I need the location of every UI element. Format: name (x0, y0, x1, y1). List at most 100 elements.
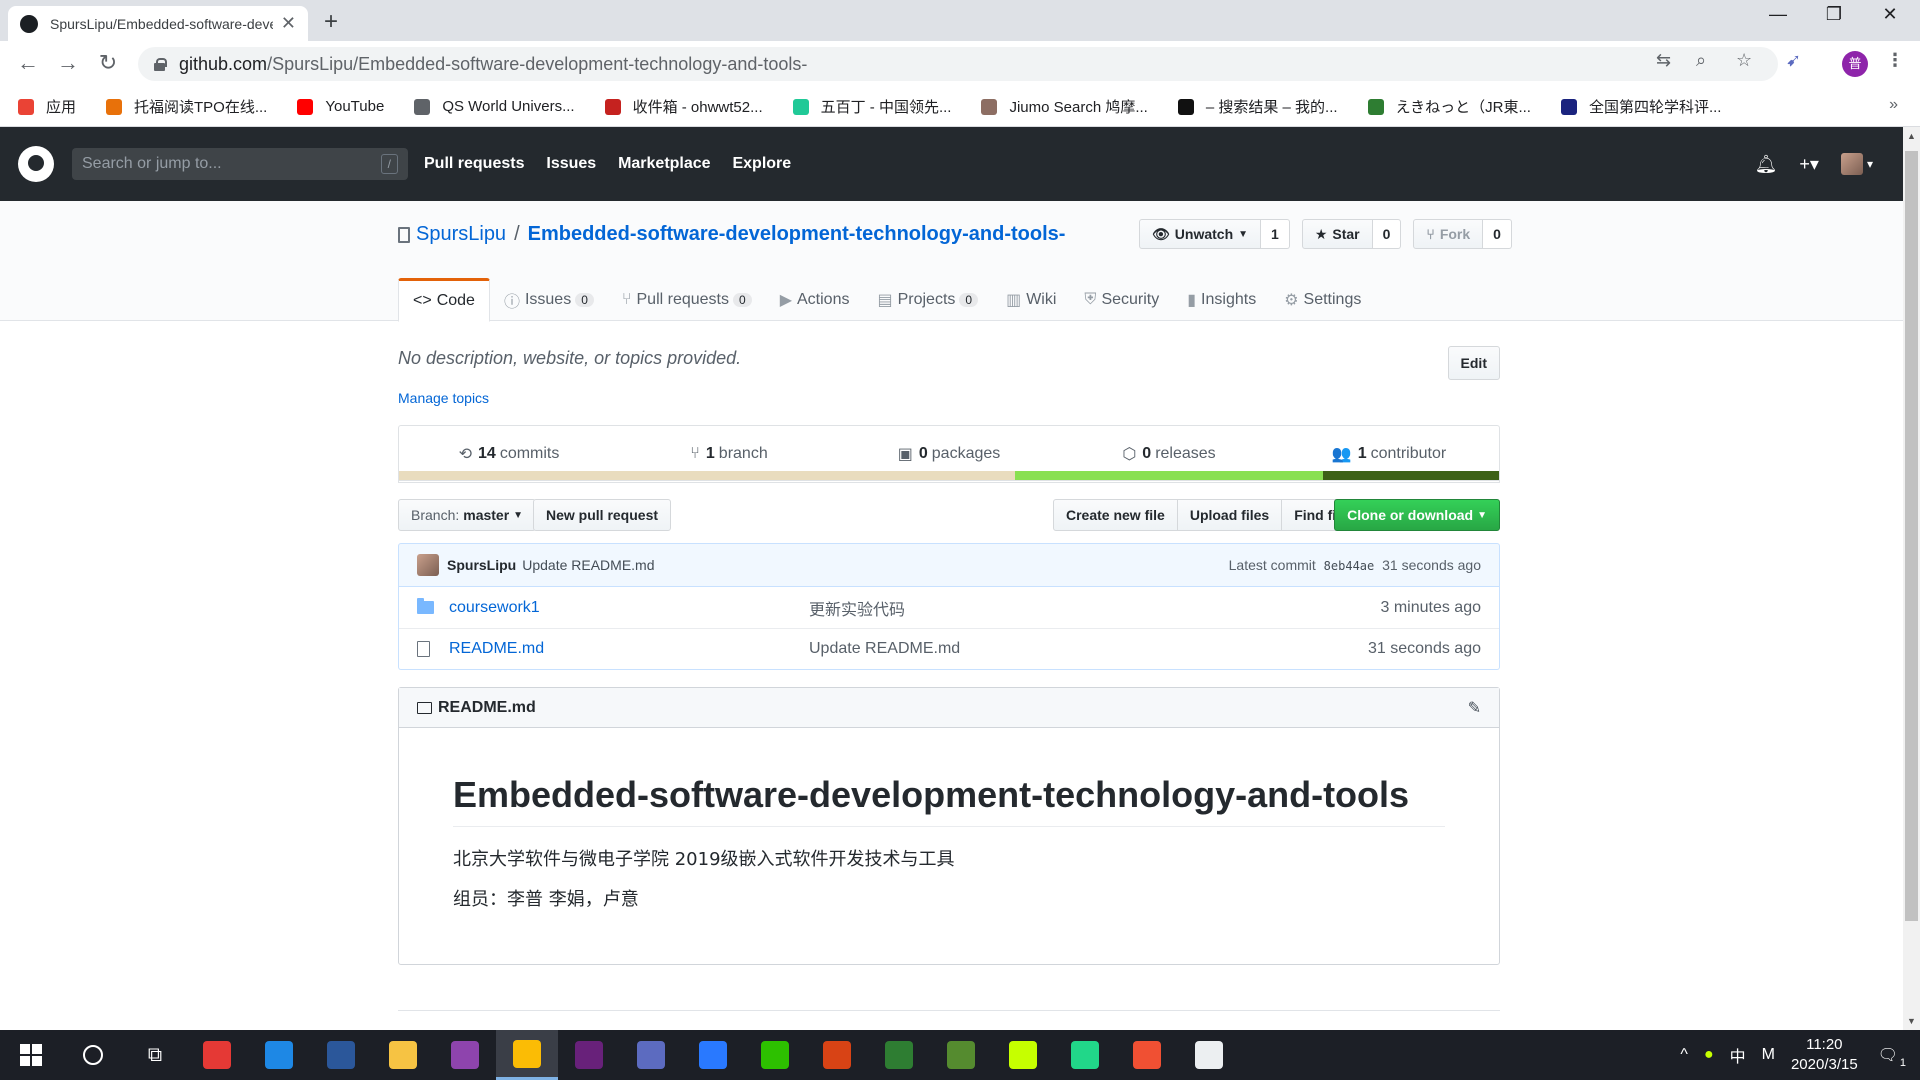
nav-explore[interactable]: Explore (732, 155, 791, 172)
bookmark-item[interactable]: Jiumo Search 鸠摩... (981, 96, 1148, 117)
tab-pull-requests[interactable]: ⑂ Pull requests 0 (608, 278, 766, 321)
taskbar-app-button[interactable] (186, 1030, 248, 1080)
taskbar-app-button[interactable] (868, 1030, 930, 1080)
clock[interactable]: 11:20 2020/3/15 (1791, 1035, 1858, 1075)
watch-count[interactable]: 1 (1261, 219, 1290, 249)
edit-pencil-icon[interactable]: ✎ (1468, 698, 1481, 718)
file-commit-message[interactable]: Update README.md (809, 640, 1368, 658)
tray-expand-icon[interactable]: ^ (1680, 1046, 1688, 1064)
taskbar-app-button[interactable] (248, 1030, 310, 1080)
taskbar-app-button[interactable] (620, 1030, 682, 1080)
zoom-icon[interactable]: ⌕ (1696, 50, 1706, 71)
minimize-window-button[interactable]: — (1758, 4, 1798, 25)
edit-description-button[interactable]: Edit (1447, 346, 1500, 380)
tab-security[interactable]: ⛨ Security (1070, 278, 1173, 321)
bookmark-item[interactable]: 托福阅读TPO在线... (106, 96, 267, 117)
branch-select-button[interactable]: Branch: master ▼ (398, 499, 537, 531)
taskbar-app-button[interactable] (992, 1030, 1054, 1080)
commit-author[interactable]: SpursLipu (447, 557, 516, 573)
star-count[interactable]: 0 (1372, 219, 1402, 249)
close-window-button[interactable]: ✕ (1870, 4, 1910, 25)
file-name-link[interactable]: coursework1 (449, 599, 809, 617)
taskbar-app-button[interactable] (496, 1030, 558, 1080)
tab-settings[interactable]: ⚙ Settings (1270, 278, 1375, 321)
taskbar-app-button[interactable] (1054, 1030, 1116, 1080)
ime-indicator[interactable]: 中 (1730, 1043, 1746, 1067)
file-commit-message[interactable]: 更新实验代码 (809, 596, 1380, 620)
search-box[interactable]: / (72, 148, 408, 180)
upload-files-button[interactable]: Upload files (1176, 499, 1283, 531)
bookmarks-overflow-icon[interactable]: » (1889, 96, 1898, 114)
close-tab-icon[interactable]: ✕ (281, 13, 296, 34)
address-bar[interactable]: github.com/SpursLipu/Embedded-software-d… (138, 47, 1778, 81)
taskbar-app-button[interactable] (930, 1030, 992, 1080)
lock-icon[interactable] (154, 57, 167, 71)
scrollbar-thumb[interactable] (1905, 151, 1918, 921)
clone-or-download-button[interactable]: Clone or download ▼ (1334, 499, 1500, 531)
nav-issues[interactable]: Issues (546, 155, 596, 172)
taskbar-app-button[interactable] (310, 1030, 372, 1080)
browser-tab[interactable]: SpursLipu/Embedded-software-development-… (8, 6, 308, 41)
fork-count[interactable]: 0 (1483, 219, 1512, 249)
language-segment[interactable] (1323, 471, 1499, 480)
commit-author-avatar[interactable] (417, 554, 439, 576)
reload-button[interactable]: ↻ (94, 50, 122, 76)
file-name-link[interactable]: README.md (449, 640, 809, 658)
taskbar-app-button[interactable] (1116, 1030, 1178, 1080)
fork-button[interactable]: ⑂ Fork (1413, 219, 1484, 249)
profile-avatar[interactable]: 普 (1842, 51, 1868, 77)
new-pull-request-button[interactable]: New pull request (533, 499, 672, 531)
taskbar-app-button[interactable] (682, 1030, 744, 1080)
taskbar-app-button[interactable] (744, 1030, 806, 1080)
chrome-menu-icon[interactable]: ⋮ (1886, 50, 1904, 71)
taskbar-app-button[interactable] (372, 1030, 434, 1080)
language-bar[interactable] (398, 471, 1500, 481)
repo-owner-link[interactable]: SpursLipu (416, 223, 506, 246)
file-row[interactable]: coursework1 更新实验代码 3 minutes ago (399, 587, 1499, 628)
user-avatar[interactable] (1840, 153, 1863, 175)
repo-name-link[interactable]: Embedded-software-development-technology… (528, 223, 1066, 246)
commit-sha[interactable]: 8eb44ae (1324, 559, 1375, 573)
bookmark-item[interactable]: QS World Univers... (414, 98, 575, 115)
bookmark-item[interactable]: – 搜索结果 – 我的... (1177, 96, 1338, 117)
translate-icon[interactable]: ⇆ (1656, 50, 1671, 71)
tab-issues[interactable]: ⓘ Issues 0 (490, 278, 608, 321)
back-button[interactable]: ← (14, 50, 42, 76)
github-logo-icon[interactable] (18, 146, 54, 182)
unwatch-button[interactable]: 👁︎ Unwatch ▼ (1139, 219, 1262, 249)
page-scrollbar[interactable]: ▲ ▼ (1903, 127, 1920, 1030)
tray-app-icon[interactable]: ● (1704, 1046, 1714, 1064)
bookmark-item[interactable]: 应用 (18, 96, 76, 117)
manage-topics-link[interactable]: Manage topics (398, 390, 489, 406)
bookmark-item[interactable]: えきねっと（JR東... (1367, 96, 1531, 117)
bookmark-item[interactable]: 收件箱 - ohwwt52... (604, 96, 763, 117)
nav-marketplace[interactable]: Marketplace (618, 155, 711, 172)
nav-pull-requests[interactable]: Pull requests (424, 155, 524, 172)
bookmark-star-icon[interactable]: ☆ (1736, 50, 1752, 71)
tab-insights[interactable]: ▮ Insights (1173, 278, 1270, 321)
taskbar-app-button[interactable] (1178, 1030, 1240, 1080)
create-new-menu-icon[interactable]: +▾ (1799, 154, 1819, 175)
bookmark-item[interactable]: YouTube (297, 98, 384, 115)
file-row[interactable]: README.md Update README.md 31 seconds ago (399, 628, 1499, 669)
scroll-up-arrow-icon[interactable]: ▲ (1907, 131, 1916, 141)
extension-icon[interactable]: ➹ (1786, 50, 1801, 71)
ime-mode-indicator[interactable]: M (1762, 1046, 1775, 1064)
taskbar-app-button[interactable] (806, 1030, 868, 1080)
user-menu-caret-icon[interactable]: ▾ (1867, 157, 1873, 171)
bookmark-item[interactable]: 五百丁 - 中国领先... (792, 96, 951, 117)
tab-projects[interactable]: ▤ Projects 0 (863, 278, 992, 321)
start-button[interactable] (0, 1030, 62, 1080)
taskbar-app-button[interactable] (434, 1030, 496, 1080)
language-segment[interactable] (1015, 471, 1323, 480)
scroll-down-arrow-icon[interactable]: ▼ (1907, 1016, 1916, 1026)
star-button[interactable]: ★ Star (1301, 219, 1373, 249)
taskbar-app-button[interactable] (558, 1030, 620, 1080)
forward-button[interactable]: → (54, 50, 82, 76)
create-new-file-button[interactable]: Create new file (1053, 499, 1178, 531)
commit-message[interactable]: Update README.md (522, 557, 654, 573)
notifications-bell-icon[interactable]: 🔔︎ (1755, 154, 1778, 175)
restore-window-button[interactable]: ❐ (1814, 4, 1854, 25)
cortana-button[interactable] (62, 1030, 124, 1080)
search-input[interactable] (82, 155, 381, 173)
